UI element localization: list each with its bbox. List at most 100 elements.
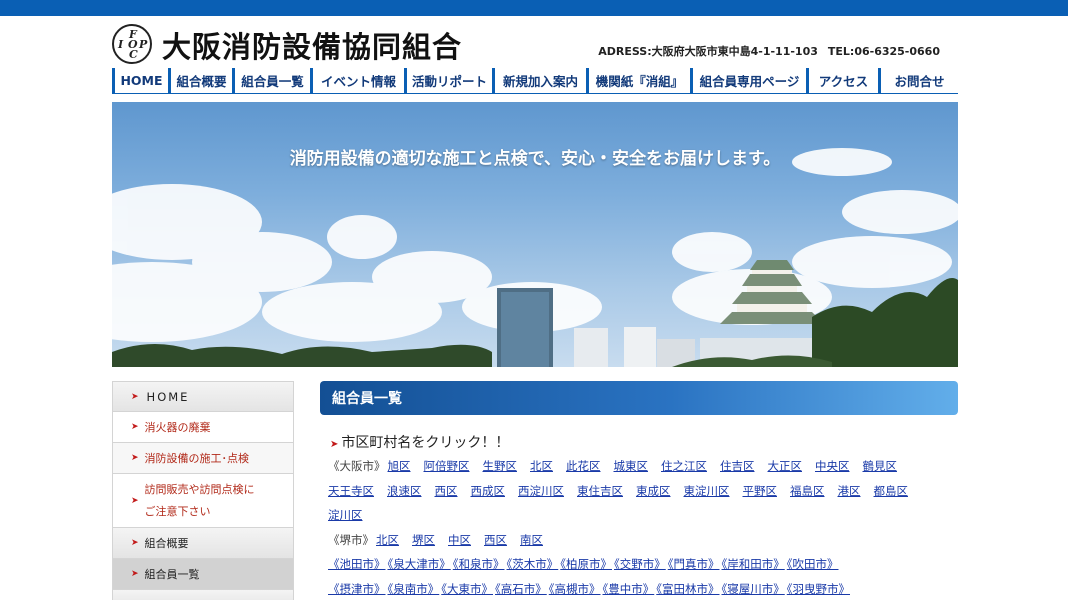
nav-join[interactable]: 新規加入案内 bbox=[492, 68, 586, 94]
ward-link[interactable]: 生野区 bbox=[483, 459, 518, 473]
top-brand-bar bbox=[0, 0, 1068, 16]
sidebar-item-door-to-door-warning[interactable]: ➤ 訪問販売や訪問点検に ご注意下さい bbox=[112, 474, 294, 528]
site-header: F I O P C 大阪消防設備協同組合 ADRESS:大阪府大阪市東中島4-1… bbox=[112, 16, 958, 66]
city-link[interactable]: 《富田林市》 bbox=[656, 582, 719, 596]
main-content: 組合員一覧 ➤ 市区町村名をクリック！！ 《大阪市》 旭区 阿倍野区 生野区 北区 此花区城… bbox=[320, 381, 958, 600]
sidebar-item-label-line: ご注意下さい bbox=[144, 504, 211, 518]
ward-link[interactable]: 大正区 bbox=[768, 459, 803, 473]
city-link[interactable]: 《門真市》 bbox=[668, 557, 720, 571]
ward-link[interactable]: 西淀川区 bbox=[518, 484, 564, 498]
ward-link[interactable]: 港区 bbox=[838, 484, 861, 498]
ward-link[interactable]: 中央区 bbox=[815, 459, 850, 473]
sidebar-item-extinguisher-disposal[interactable]: ➤ 消火器の廃棄 bbox=[112, 412, 294, 443]
ward-link[interactable]: 城東区 bbox=[614, 459, 649, 473]
city-link[interactable]: 《岸和田市》 bbox=[722, 557, 785, 571]
sidebar-item-installation-inspection[interactable]: ➤ 消防設備の施工･点検 bbox=[112, 443, 294, 474]
ward-link[interactable]: 阿倍野区 bbox=[424, 459, 470, 473]
sidebar-item-members[interactable]: ➤ 組合員一覧 bbox=[112, 559, 294, 590]
ward-link[interactable]: 東住吉区 bbox=[577, 484, 623, 498]
ward-link[interactable]: 東淀川区 bbox=[684, 484, 730, 498]
lead-text: ➤ 市区町村名をクリック！！ bbox=[330, 432, 958, 452]
sidebar-item-home[interactable]: ➤ HOME bbox=[112, 381, 294, 412]
nav-about[interactable]: 組合概要 bbox=[168, 68, 232, 94]
ward-link[interactable]: 西成区 bbox=[471, 484, 506, 498]
city-link[interactable]: 《高石市》 bbox=[495, 582, 547, 596]
osaka-castle-skyline-image bbox=[112, 148, 958, 367]
ward-link[interactable]: 鶴見区 bbox=[863, 459, 898, 473]
phone-text: TEL:06-6325-0660 bbox=[827, 45, 940, 58]
city-link[interactable]: 《茨木市》 bbox=[507, 557, 559, 571]
nav-newsletter[interactable]: 機関紙『消組』 bbox=[586, 68, 690, 94]
city-row: 《池田市》 《泉大津市》 《和泉市》 《茨木市》 《柏原市》 《交野市》 《門真市》 《岸和田… bbox=[328, 552, 958, 577]
sidebar-item-label: 組合概要 bbox=[144, 537, 189, 550]
nav-contact[interactable]: お問合せ bbox=[878, 68, 958, 94]
arrow-icon: ➤ bbox=[131, 495, 139, 506]
fiopc-logo[interactable]: F I O P C bbox=[112, 24, 152, 64]
city-link[interactable]: 《泉南市》 bbox=[388, 582, 440, 596]
city-link[interactable]: 《大東市》 bbox=[441, 582, 493, 596]
arrow-icon: ➤ bbox=[131, 453, 139, 463]
city-link[interactable]: 《柏原市》 bbox=[560, 557, 612, 571]
logo-letter: I bbox=[118, 38, 124, 51]
nav-members-only[interactable]: 組合員専用ページ bbox=[690, 68, 806, 94]
city-link[interactable]: 《交野市》 bbox=[614, 557, 666, 571]
sidebar-item-next[interactable] bbox=[112, 590, 294, 600]
nav-reports[interactable]: 活動リポート bbox=[404, 68, 492, 94]
ward-link[interactable]: 住吉区 bbox=[720, 459, 755, 473]
page-wrapper: F I O P C 大阪消防設備協同組合 ADRESS:大阪府大阪市東中島4-1… bbox=[112, 16, 958, 600]
city-link[interactable]: 《摂津市》 bbox=[328, 582, 386, 596]
ward-row: 《大阪市》 旭区 阿倍野区 生野区 北区 此花区 城東区 住之江区 住吉区 大正区 中央区 鶴見区 bbox=[328, 454, 958, 479]
ward-link[interactable]: 西区 bbox=[435, 484, 458, 498]
lead-label: 市区町村名をクリック！！ bbox=[341, 435, 510, 451]
ward-link[interactable]: 旭区 bbox=[388, 459, 411, 473]
ward-link[interactable]: 平野区 bbox=[743, 484, 778, 498]
city-link[interactable]: 《吹田市》 bbox=[787, 557, 839, 571]
city-link[interactable]: 《羽曳野市》 bbox=[787, 582, 850, 596]
ward-link[interactable]: 浪速区 bbox=[387, 484, 422, 498]
sidebar-item-label: 組合員一覧 bbox=[144, 568, 200, 581]
city-link[interactable]: 《和泉市》 bbox=[453, 557, 505, 571]
city-prefix: 《大阪市》 bbox=[328, 459, 386, 473]
city-link[interactable]: 《池田市》 bbox=[328, 557, 386, 571]
ward-link[interactable]: 淀川区 bbox=[328, 508, 363, 522]
arrow-icon: ➤ bbox=[131, 569, 139, 579]
city-links: 《池田市》 《泉大津市》 《和泉市》 《茨木市》 《柏原市》 《交野市》 《門真市》 《岸和田… bbox=[328, 552, 958, 600]
ward-link[interactable]: 北区 bbox=[376, 533, 399, 547]
city-link[interactable]: 《高槻市》 bbox=[549, 582, 601, 596]
arrow-icon: ➤ bbox=[131, 422, 139, 432]
city-link[interactable]: 《泉大津市》 bbox=[388, 557, 451, 571]
sidebar-item-label-line: 訪問販売や訪問点検に bbox=[144, 482, 255, 496]
nav-home[interactable]: HOME bbox=[112, 68, 168, 94]
sidebar-item-about[interactable]: ➤ 組合概要 bbox=[112, 528, 294, 559]
sidebar-menu: ➤ HOME ➤ 消火器の廃棄 ➤ 消防設備の施工･点検 ➤ 訪問販売や訪問点検に ご… bbox=[112, 381, 294, 600]
site-title[interactable]: 大阪消防設備協同組合 bbox=[162, 24, 462, 66]
sidebar-item-label: 訪問販売や訪問点検に ご注意下さい bbox=[145, 479, 255, 523]
ward-link[interactable]: 中区 bbox=[448, 533, 471, 547]
hero-banner: 消防用設備の適切な施工と点検で、安心・安全をお届けします。 bbox=[112, 102, 958, 367]
ward-link[interactable]: 福島区 bbox=[790, 484, 825, 498]
nav-access[interactable]: アクセス bbox=[806, 68, 878, 94]
ward-link[interactable]: 北区 bbox=[530, 459, 553, 473]
ward-link[interactable]: 都島区 bbox=[874, 484, 909, 498]
global-nav: HOME 組合概要 組合員一覧 イベント情報 活動リポート 新規加入案内 機関紙… bbox=[112, 68, 958, 94]
nav-members[interactable]: 組合員一覧 bbox=[232, 68, 310, 94]
ward-link[interactable]: 西区 bbox=[484, 533, 507, 547]
ward-link[interactable]: 此花区 bbox=[566, 459, 601, 473]
sidebar-item-label: 消防設備の施工･点検 bbox=[144, 452, 250, 465]
sakai-city-wards: 《堺市》 北区 堺区 中区 西区 南区 bbox=[328, 528, 958, 553]
ward-link[interactable]: 天王寺区 bbox=[328, 484, 374, 498]
ward-link[interactable]: 住之江区 bbox=[661, 459, 707, 473]
ward-link[interactable]: 南区 bbox=[520, 533, 543, 547]
city-link[interactable]: 《豊中市》 bbox=[603, 582, 655, 596]
city-link[interactable]: 《寝屋川市》 bbox=[722, 582, 785, 596]
ward-link[interactable]: 堺区 bbox=[412, 533, 435, 547]
city-prefix: 《堺市》 bbox=[328, 532, 374, 547]
arrow-icon: ➤ bbox=[330, 439, 339, 450]
address-text: ADRESS:大阪府大阪市東中島4-1-11-103 bbox=[598, 45, 818, 58]
nav-events[interactable]: イベント情報 bbox=[310, 68, 404, 94]
ward-row: 《堺市》 北区 堺区 中区 西区 南区 bbox=[328, 528, 958, 553]
ward-row: 天王寺区 浪速区 西区 西成区 西淀川区 東住吉区 東成区 東淀川区 平野区 福島区 港区 都島区 bbox=[328, 479, 958, 504]
arrow-icon: ➤ bbox=[131, 391, 141, 402]
logo-letter: C bbox=[129, 48, 138, 61]
ward-link[interactable]: 東成区 bbox=[636, 484, 671, 498]
